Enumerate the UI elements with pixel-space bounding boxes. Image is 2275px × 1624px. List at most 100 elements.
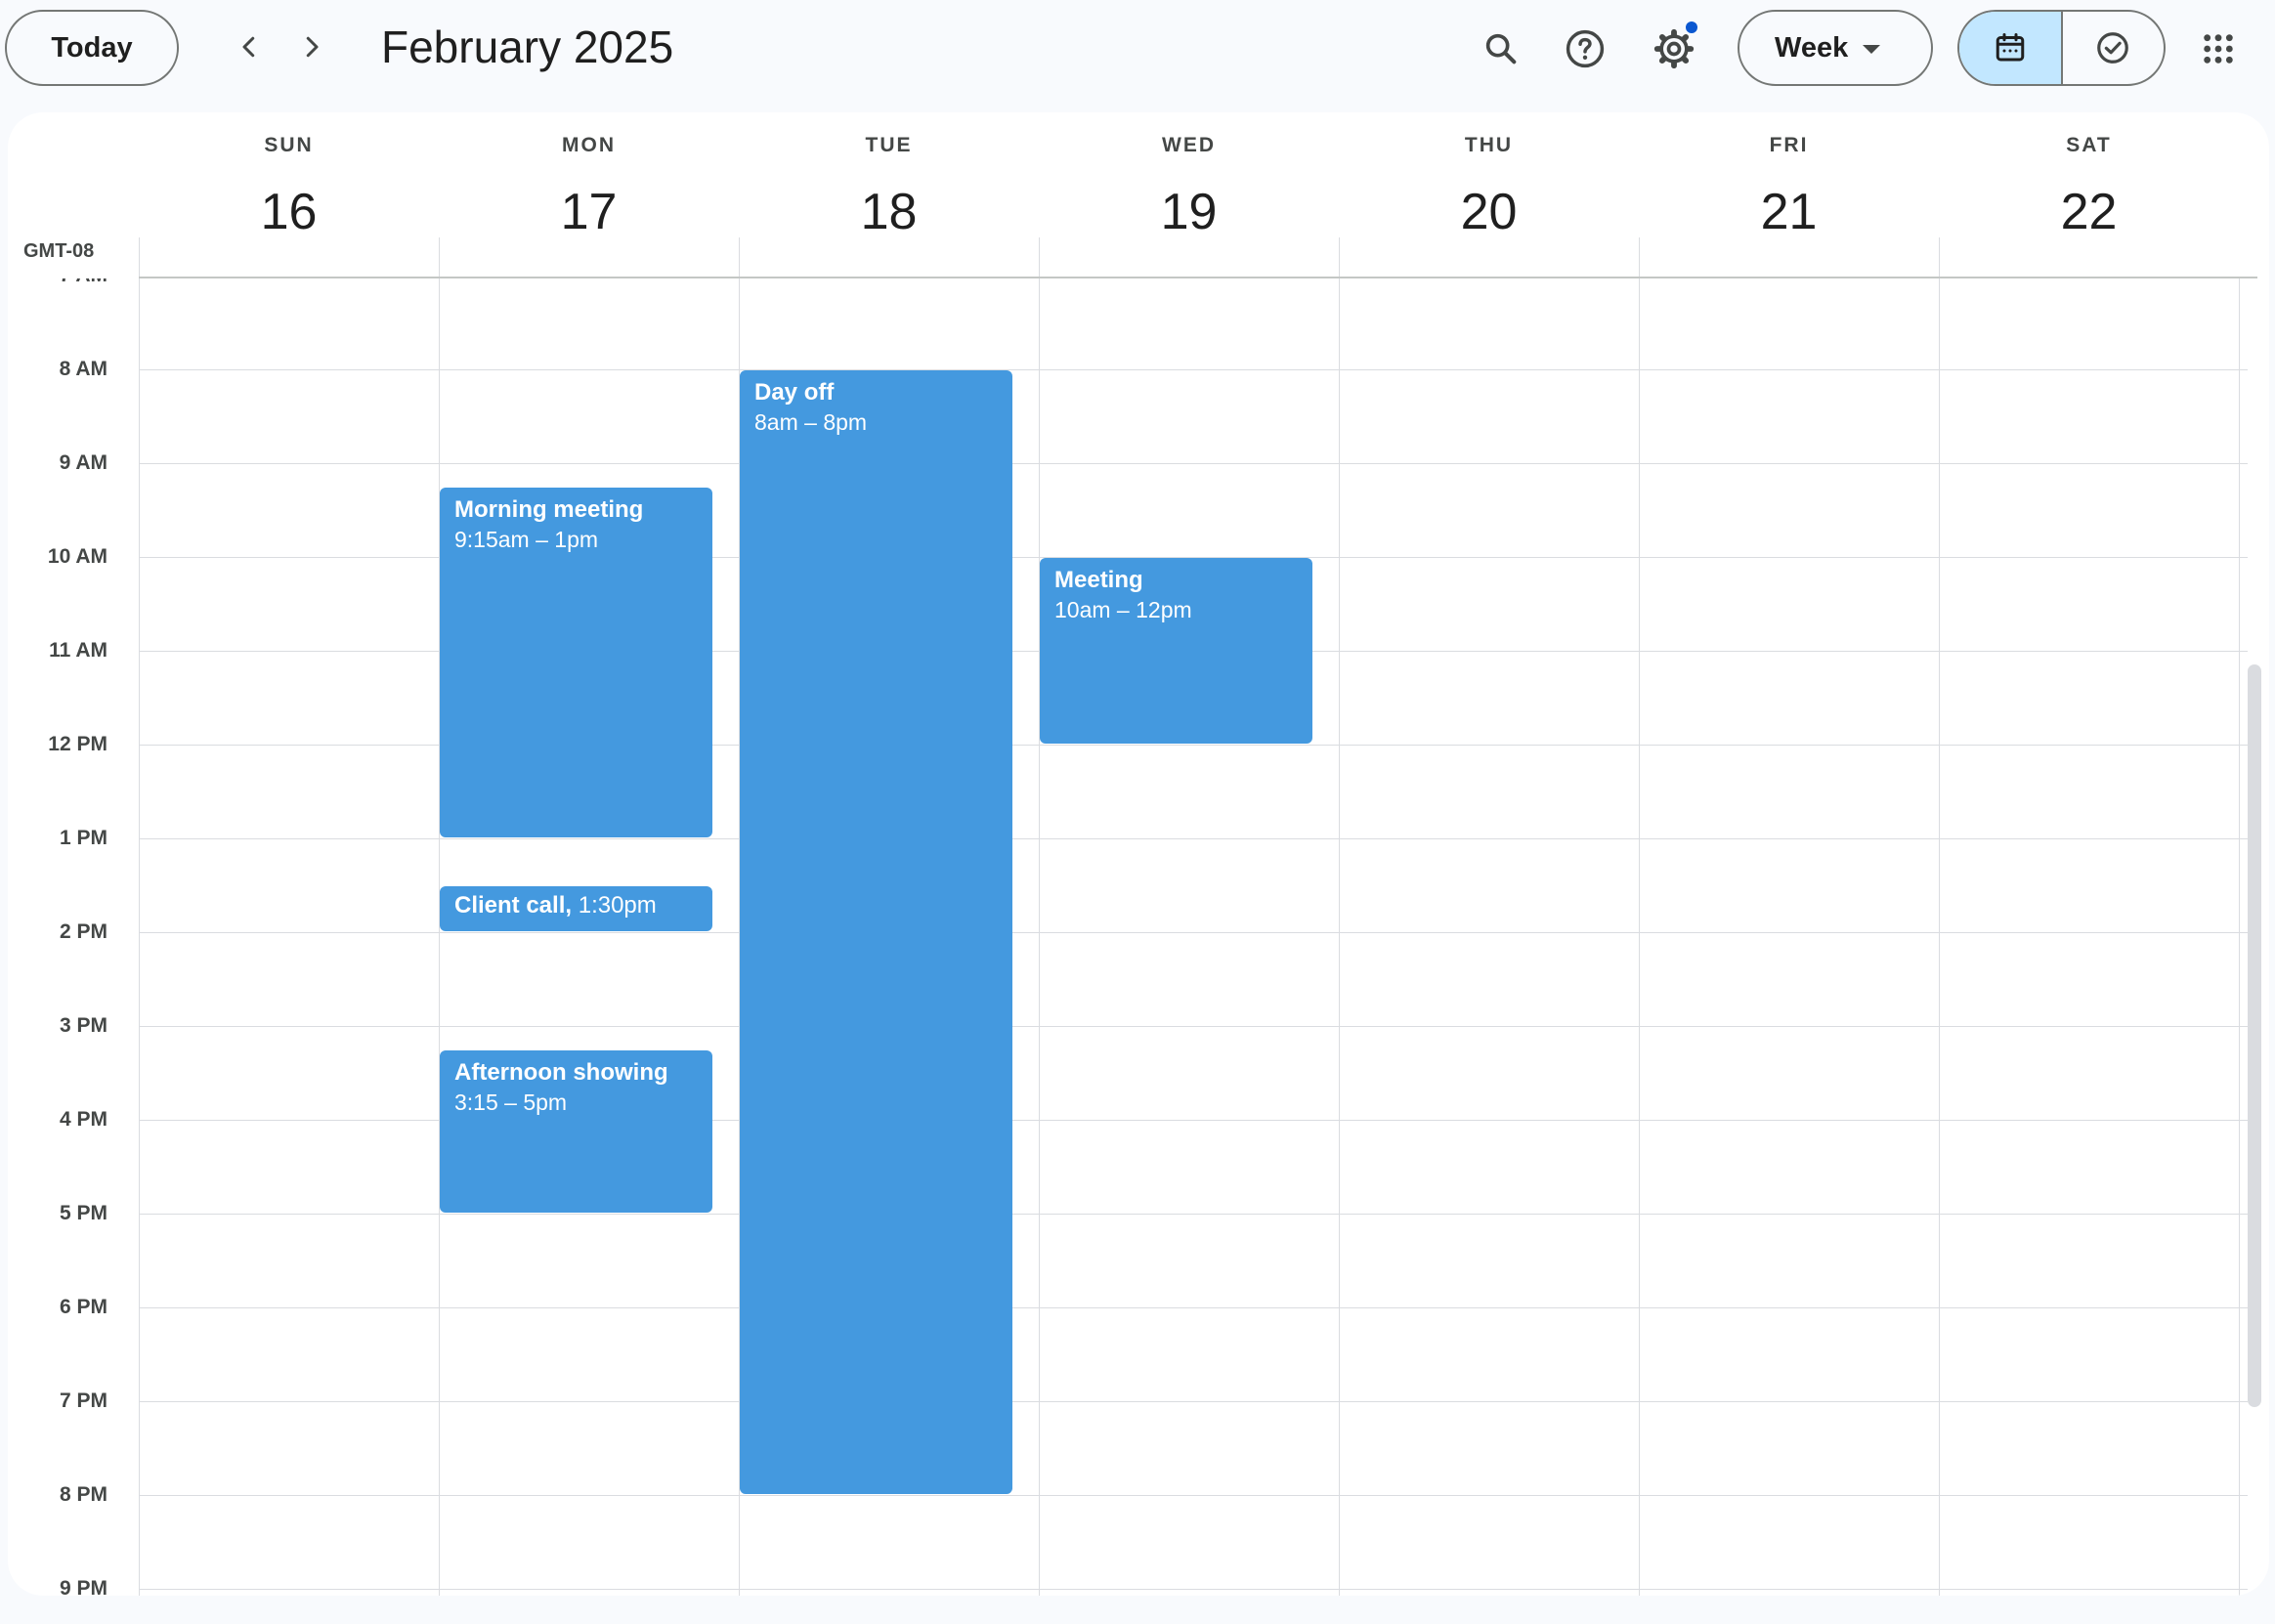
chevron-left-icon [242,36,255,58]
day-header-tue[interactable]: TUE 18 [739,112,1039,277]
vertical-scrollbar[interactable] [2248,664,2261,1407]
header-column-divider [1039,237,1040,277]
apps-grid-icon [2204,34,2233,64]
hour-label: 7 AM [8,278,107,287]
calendar-view-button[interactable] [1959,12,2063,84]
day-header-mon[interactable]: MON 17 [439,112,739,277]
hour-gridline [139,1026,2248,1027]
month-title: February 2025 [381,21,674,72]
day-of-week-label: SAT [2066,134,2112,156]
day-header-sun[interactable]: SUN 16 [139,112,439,277]
hour-label: 8 PM [59,1483,107,1506]
hour-gridline [139,1401,2248,1402]
event-time: 1:30pm [578,892,657,919]
top-bar: Today February 2025 Week [0,0,2275,107]
hour-label: 7 PM [59,1389,107,1412]
search-button[interactable] [1472,20,1530,78]
help-button[interactable] [1556,20,1614,78]
hour-label: 5 PM [59,1202,107,1224]
tasks-view-button[interactable] [2063,12,2165,84]
event-day-off[interactable]: Day off 8am – 8pm [740,370,1012,1494]
header-column-divider [439,237,440,277]
event-title: Morning meeting [454,496,644,523]
day-of-week-label: SUN [264,134,314,156]
day-column-divider [2239,278,2240,1596]
day-column-divider [1039,278,1040,1596]
day-column-divider [1939,278,1940,1596]
task-check-icon [2097,32,2129,64]
day-header-sat[interactable]: SAT 22 [1939,112,2239,277]
caret-down-icon [1863,45,1880,54]
day-number[interactable]: 17 [439,183,739,241]
next-week-button[interactable] [284,20,339,74]
hour-gridline [139,1589,2248,1590]
calendar-icon [1996,33,2024,62]
hour-label: 1 PM [59,827,107,849]
hour-label: 4 PM [59,1108,107,1131]
today-button[interactable]: Today [5,10,179,86]
settings-button[interactable] [1645,20,1703,78]
gear-icon [1653,28,1695,69]
hour-gridline [139,1495,2248,1496]
search-icon [1485,33,1517,64]
hour-gridline [139,838,2248,839]
view-toggle-group [1957,10,2166,86]
hour-gridline [139,463,2248,464]
hour-label: 8 AM [59,358,107,380]
day-header-fri[interactable]: FRI 21 [1639,112,1939,277]
event-separator: , [565,892,579,919]
notification-dot [1686,21,1697,33]
day-of-week-label: THU [1464,134,1514,156]
hour-label: 3 PM [59,1014,107,1037]
day-of-week-label: FRI [1769,134,1809,156]
day-number[interactable]: 20 [1339,183,1639,241]
event-title: Afternoon showing [454,1059,668,1086]
previous-week-button[interactable] [222,20,277,74]
hour-gridline [139,932,2248,933]
day-header-thu[interactable]: THU 20 [1339,112,1639,277]
hour-label: 11 AM [49,639,107,662]
timezone-label: GMT-08 [23,240,95,262]
day-number[interactable]: 19 [1039,183,1339,241]
event-compact-row: Client call, 1:30pm [454,891,698,920]
day-of-week-label: WED [1162,134,1216,156]
hour-gridline [139,369,2248,370]
header-column-divider [1639,237,1640,277]
event-time: 10am – 12pm [1054,597,1192,622]
apps-button[interactable] [2189,20,2248,78]
day-number[interactable]: 18 [739,183,1039,241]
event-morning-meeting[interactable]: Morning meeting 9:15am – 1pm [440,488,712,837]
event-title: Meeting [1054,567,1143,593]
day-of-week-label: TUE [865,134,913,156]
day-number[interactable]: 16 [139,183,439,241]
day-number[interactable]: 22 [1939,183,2239,241]
event-afternoon-showing[interactable]: Afternoon showing 3:15 – 5pm [440,1050,712,1213]
hour-label: 9 PM [59,1577,107,1596]
day-column-divider [1639,278,1640,1596]
hour-label: 9 AM [59,451,107,474]
chevron-right-icon [306,36,319,58]
event-title: Day off [754,379,835,406]
hour-label: 12 PM [48,733,107,755]
event-time: 8am – 8pm [754,409,868,435]
view-selector[interactable]: Week [1738,10,1933,86]
event-time: 9:15am – 1pm [454,527,599,552]
day-column-divider [1339,278,1340,1596]
hour-label: 6 PM [59,1296,107,1318]
help-icon [1566,29,1605,68]
day-column-divider [439,278,440,1596]
event-client-call[interactable]: Client call, 1:30pm [440,886,712,931]
header-column-divider [139,237,140,277]
event-title: Client call [454,892,566,919]
hour-label: 10 AM [47,545,107,568]
view-selector-label: Week [1775,31,1849,64]
day-number[interactable]: 21 [1639,183,1939,241]
hour-label: 2 PM [59,920,107,943]
time-grid[interactable]: 7 AM 8 AM 9 AM 10 AM 11 AM 12 PM 1 PM 2 PM 3 PM 4… [8,278,2269,1596]
week-view: SUN 16 MON 17 TUE 18 WED 19 THU 20 FRI 21 SAT 22 GMT-… [8,112,2269,1596]
day-header-wed[interactable]: WED 19 [1039,112,1339,277]
event-meeting[interactable]: Meeting 10am – 12pm [1040,558,1312,744]
header-column-divider [1939,237,1940,277]
hour-gridline [139,1214,2248,1215]
header-column-divider [1339,237,1340,277]
